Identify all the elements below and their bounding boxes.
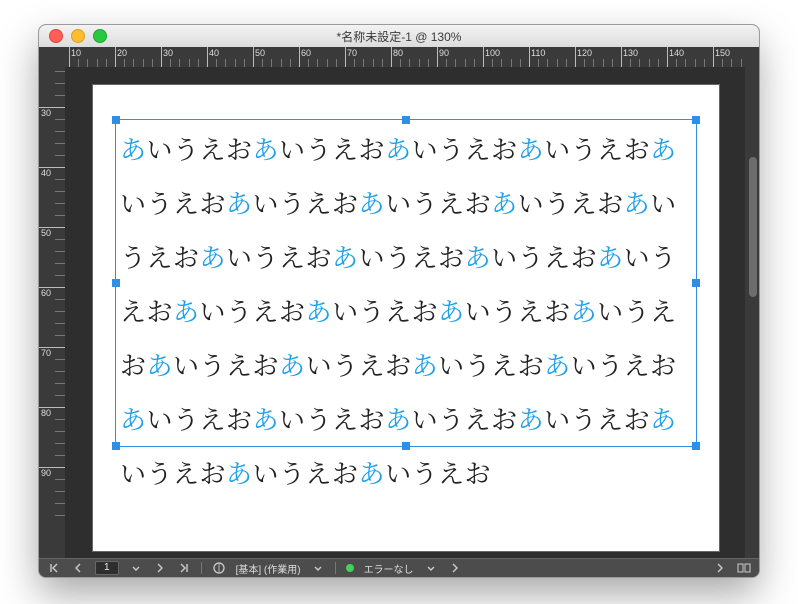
resize-handle-bottom-left[interactable] [112, 442, 120, 450]
resize-handle-top-left[interactable] [112, 116, 120, 124]
preflight-status-icon [346, 564, 354, 572]
layout-dropdown[interactable] [311, 561, 325, 575]
titlebar[interactable]: *名称未設定-1 @ 130% [39, 25, 759, 48]
view-menu-button[interactable] [713, 561, 727, 575]
scrollbar-thumb-vertical[interactable] [749, 157, 757, 297]
app-window: *名称未設定-1 @ 130% 102030405060708090100110… [38, 24, 760, 578]
prev-page-button[interactable] [71, 561, 85, 575]
page[interactable]: あいうえおあいうえおあいうえおあいうえおあいうえおあいうえおあいうえおあいうえお… [93, 85, 719, 551]
text-frame-content[interactable]: あいうえおあいうえおあいうえおあいうえおあいうえおあいうえおあいうえおあいうえお… [120, 122, 692, 442]
workspace: 102030405060708090100110120130140150 203… [39, 47, 759, 559]
document-title: *名称未設定-1 @ 130% [39, 28, 759, 45]
resize-handle-middle-right[interactable] [692, 279, 700, 287]
resize-handle-bottom-right[interactable] [692, 442, 700, 450]
canvas[interactable]: あいうえおあいうえおあいうえおあいうえおあいうえおあいうえおあいうえおあいうえお… [65, 67, 745, 559]
next-page-button[interactable] [153, 561, 167, 575]
preflight-status-label[interactable]: エラーなし [364, 561, 414, 576]
ruler-origin[interactable] [39, 47, 66, 68]
preflight-menu[interactable] [448, 561, 462, 575]
last-page-button[interactable] [177, 561, 191, 575]
ruler-vertical[interactable]: 2030405060708090 [39, 67, 66, 559]
scrollbar-track-vertical[interactable] [745, 47, 759, 559]
first-page-button[interactable] [47, 561, 61, 575]
preflight-dropdown[interactable] [424, 561, 438, 575]
screen-mode-button[interactable] [737, 561, 751, 575]
ruler-horizontal[interactable]: 102030405060708090100110120130140150 [65, 47, 745, 68]
page-dropdown[interactable] [129, 561, 143, 575]
layout-name[interactable]: [基本] (作業用) [236, 561, 301, 576]
resize-handle-top-right[interactable] [692, 116, 700, 124]
text-frame-selected[interactable]: あいうえおあいうえおあいうえおあいうえおあいうえおあいうえおあいうえおあいうえお… [115, 119, 697, 447]
current-page-field[interactable]: 1 [95, 561, 119, 575]
resize-handle-middle-left[interactable] [112, 279, 120, 287]
master-page-icon[interactable] [212, 561, 226, 575]
statusbar: 1 [基本] (作業用) エラーなし [39, 558, 759, 577]
